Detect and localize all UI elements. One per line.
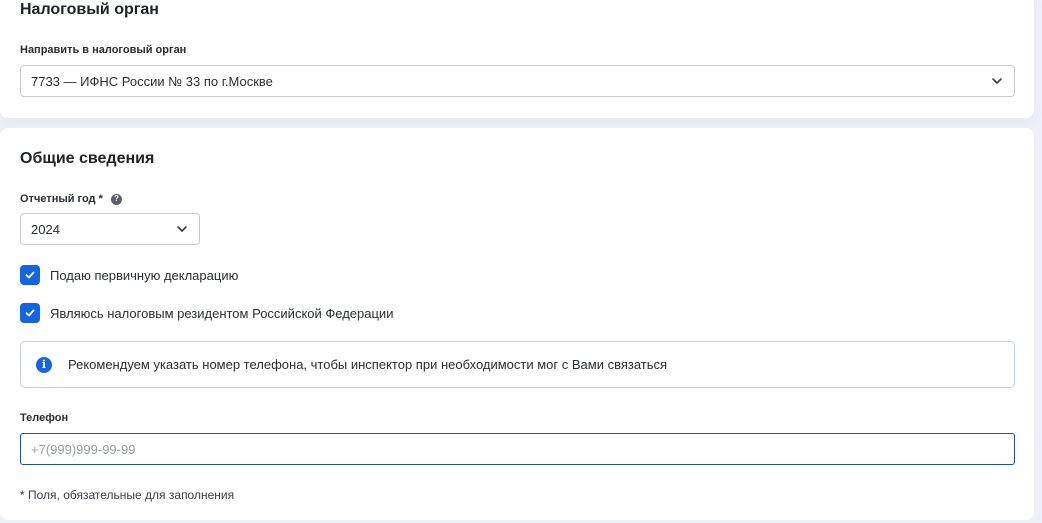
info-icon: i xyxy=(36,356,52,373)
primary-declaration-checkbox[interactable] xyxy=(20,265,40,285)
tax-resident-checkbox-row[interactable]: Являюсь налоговым резидентом Российской … xyxy=(20,303,393,323)
tax-resident-label: Являюсь налоговым резидентом Российской … xyxy=(50,305,394,321)
primary-declaration-label: Подаю первичную декларацию xyxy=(50,267,239,283)
tax-authority-card: Налоговый орган Направить в налоговый ор… xyxy=(0,0,1034,118)
help-icon[interactable]: ? xyxy=(110,193,122,205)
general-info-card: Общие сведения Отчетный год * ? 2024 Под… xyxy=(0,128,1034,520)
checkmark-icon xyxy=(25,309,35,317)
tax-authority-title: Налоговый орган xyxy=(20,1,159,18)
tax-authority-select[interactable]: 7733 — ИФНС России № 33 по г.Москве xyxy=(20,65,1015,97)
general-info-title: Общие сведения xyxy=(20,150,155,167)
reporting-year-select[interactable]: 2024 xyxy=(20,213,200,245)
reporting-year-label: Отчетный год * ? xyxy=(20,193,122,205)
reporting-year-label-text: Отчетный год * xyxy=(20,193,103,205)
required-fields-note: * Поля, обязательные для заполнения xyxy=(20,488,235,502)
primary-declaration-checkbox-row[interactable]: Подаю первичную декларацию xyxy=(20,265,238,285)
phone-label: Телефон xyxy=(20,412,69,424)
tax-authority-label: Направить в налоговый орган xyxy=(20,44,187,56)
reporting-year-value: 2024 xyxy=(31,221,60,237)
phone-info-text: Рекомендуем указать номер телефона, чтоб… xyxy=(68,357,668,372)
tax-resident-checkbox[interactable] xyxy=(20,303,40,323)
phone-input[interactable] xyxy=(20,433,1015,465)
checkmark-icon xyxy=(25,271,35,279)
phone-info-banner: i Рекомендуем указать номер телефона, чт… xyxy=(20,341,1015,388)
chevron-down-icon xyxy=(992,78,1002,84)
tax-authority-selected-value: 7733 — ИФНС России № 33 по г.Москве xyxy=(31,73,273,89)
chevron-down-icon xyxy=(177,226,187,232)
